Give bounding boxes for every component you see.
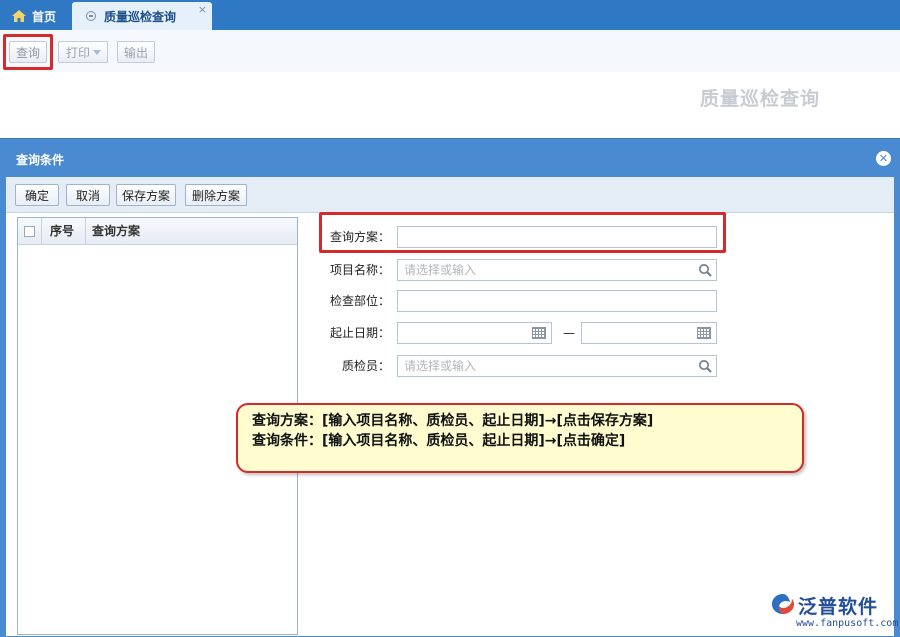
brand-name: 泛普软件 xyxy=(798,596,879,618)
query-button-highlight xyxy=(3,34,53,70)
calendar-icon[interactable] xyxy=(532,327,546,339)
tab-home-label: 首页 xyxy=(32,9,57,24)
brand-logo-icon xyxy=(772,594,794,614)
column-divider xyxy=(41,218,42,245)
dialog-close-icon[interactable]: ✕ xyxy=(876,151,891,166)
project-label: 项目名称： xyxy=(329,263,390,277)
chevron-down-icon[interactable] xyxy=(93,50,101,55)
tab-quality-inspection-query[interactable]: 质量巡检查询 × xyxy=(72,2,212,30)
callout-line-scheme: 查询方案：[输入项目名称、质检员、起止日期]→[点击保存方案] xyxy=(252,413,654,429)
home-icon xyxy=(12,10,26,22)
brand-url: www.fanpusoft.com xyxy=(796,618,899,629)
print-button[interactable]: 打印 xyxy=(58,41,108,63)
main-toolbar: 查询 打印 输出 xyxy=(0,30,900,72)
cancel-button[interactable]: 取消 xyxy=(66,184,110,206)
column-divider xyxy=(85,218,86,245)
tab-bar: 首页 质量巡检查询 × xyxy=(0,0,900,30)
search-icon[interactable] xyxy=(698,359,712,373)
scheme-field-highlight xyxy=(319,212,726,253)
select-all-checkbox[interactable] xyxy=(24,226,35,237)
calendar-icon[interactable] xyxy=(697,327,711,339)
inspector-label: 质检员： xyxy=(341,359,390,373)
start-date-input[interactable] xyxy=(397,322,552,344)
date-range-separator: — xyxy=(563,326,575,340)
callout-line-conditions: 查询条件：[输入项目名称、质检员、起止日期]→[点击确定] xyxy=(252,433,626,449)
dialog-title: 查询条件 xyxy=(16,153,65,167)
tab-close-icon[interactable]: × xyxy=(198,3,207,16)
brand-watermark: 泛普软件 www.fanpusoft.com xyxy=(770,590,898,634)
page-title: 质量巡检查询 xyxy=(700,88,821,110)
delete-scheme-button[interactable]: 删除方案 xyxy=(185,184,247,206)
date-range-label: 起止日期： xyxy=(329,326,390,340)
instruction-callout: 查询方案：[输入项目名称、质检员、起止日期]→[点击保存方案] 查询条件：[输入… xyxy=(236,403,804,473)
print-button-label: 打印 xyxy=(65,45,90,60)
column-header-no[interactable]: 序号 xyxy=(50,218,74,245)
export-button[interactable]: 输出 xyxy=(117,41,155,63)
save-scheme-button[interactable]: 保存方案 xyxy=(116,184,176,206)
column-header-scheme[interactable]: 查询方案 xyxy=(92,218,140,245)
search-icon[interactable] xyxy=(698,263,712,277)
page-icon xyxy=(86,11,96,21)
inspector-placeholder: 请选择或输入 xyxy=(404,359,477,373)
end-date-input[interactable] xyxy=(581,322,717,344)
inspection-part-input[interactable] xyxy=(397,290,717,312)
dialog-toolbar: 确定 取消 保存方案 删除方案 xyxy=(6,177,894,213)
tab-active-label: 质量巡检查询 xyxy=(104,9,177,24)
app-window: 首页 质量巡检查询 × 查询 打印 输出 质量巡检查询 查询条件 ✕ 确定 取消… xyxy=(0,0,900,637)
scheme-list-header: 序号 查询方案 xyxy=(18,218,297,245)
project-placeholder: 请选择或输入 xyxy=(404,263,477,277)
project-name-input[interactable]: 请选择或输入 xyxy=(397,259,717,281)
inspection-part-label: 检查部位： xyxy=(329,294,390,308)
inspector-input[interactable]: 请选择或输入 xyxy=(397,355,717,377)
tab-home[interactable]: 首页 xyxy=(2,2,70,30)
confirm-button[interactable]: 确定 xyxy=(15,184,59,206)
